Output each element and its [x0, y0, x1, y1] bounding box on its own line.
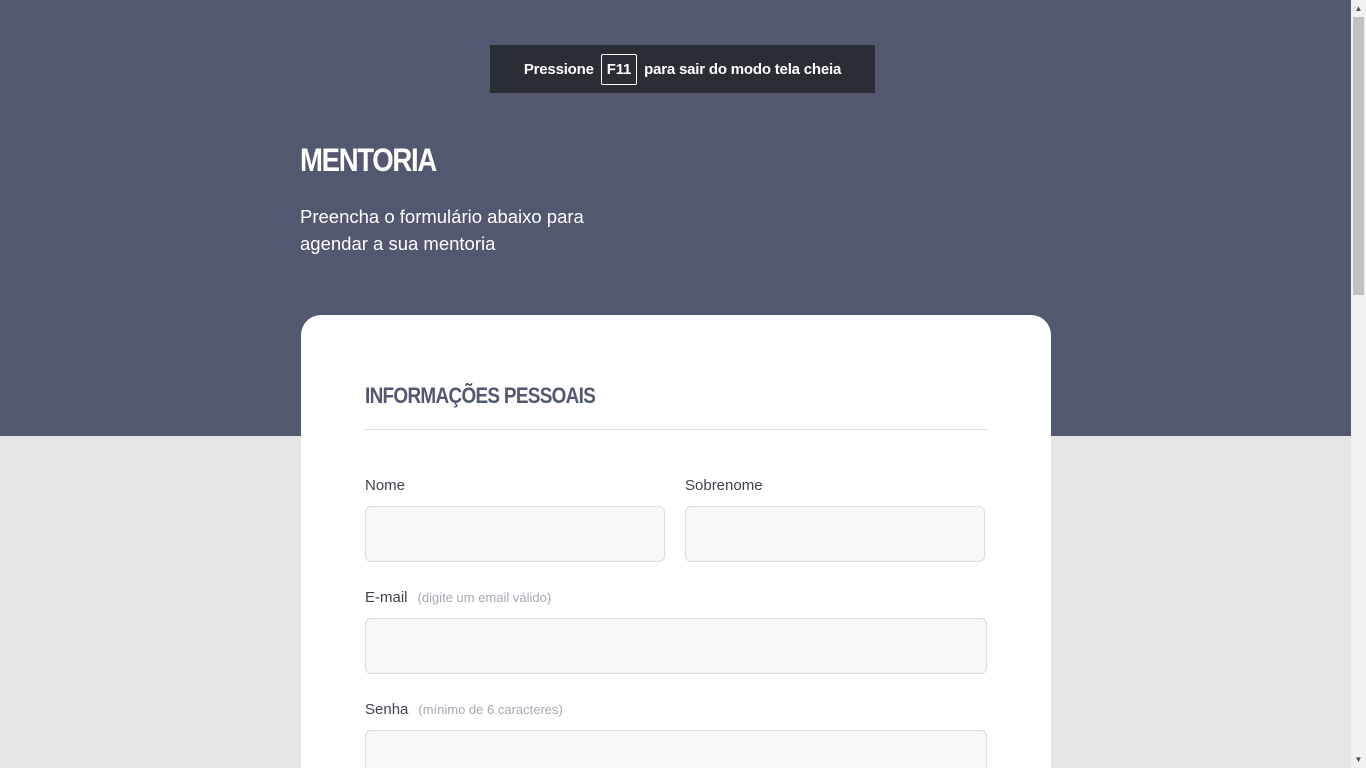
fullscreen-notice-prefix: Pressione: [523, 60, 594, 78]
password-hint: (mínimo de 6 caracteres): [418, 702, 563, 717]
section-title: INFORMAÇÕES PESSOAIS: [365, 383, 596, 408]
email-label-row: E-mail (digite um email válido): [365, 589, 551, 606]
form-card: INFORMAÇÕES PESSOAIS Nome Sobrenome E-ma…: [301, 315, 1051, 768]
last-name-label: Sobrenome: [685, 477, 763, 494]
email-label: E-mail: [365, 589, 408, 606]
first-name-label: Nome: [365, 477, 406, 494]
first-name-input[interactable]: [365, 506, 665, 562]
section-divider: [365, 429, 987, 430]
hero-subtitle: Preencha o formulário abaixo para agenda…: [300, 206, 584, 254]
password-label: Senha: [365, 701, 409, 718]
password-input[interactable]: [365, 730, 987, 768]
brand-title: MENTORIA: [300, 142, 437, 178]
last-name-input[interactable]: [685, 506, 985, 562]
password-label-row: Senha (mínimo de 6 caracteres): [365, 701, 563, 718]
fullscreen-notice-suffix: para sair do modo tela cheia: [644, 60, 842, 78]
vertical-scrollbar[interactable]: ▲ ▼: [1351, 0, 1366, 768]
email-input[interactable]: [365, 618, 987, 674]
f11-key-badge: F11: [600, 53, 638, 85]
scroll-down-arrow-icon[interactable]: ▼: [1351, 751, 1366, 768]
fullscreen-exit-notice: Pressione F11 para sair do modo tela che…: [490, 45, 875, 93]
scrollbar-thumb[interactable]: [1353, 17, 1364, 295]
scroll-up-arrow-icon[interactable]: ▲: [1351, 0, 1366, 17]
email-hint: (digite um email válido): [417, 590, 552, 605]
